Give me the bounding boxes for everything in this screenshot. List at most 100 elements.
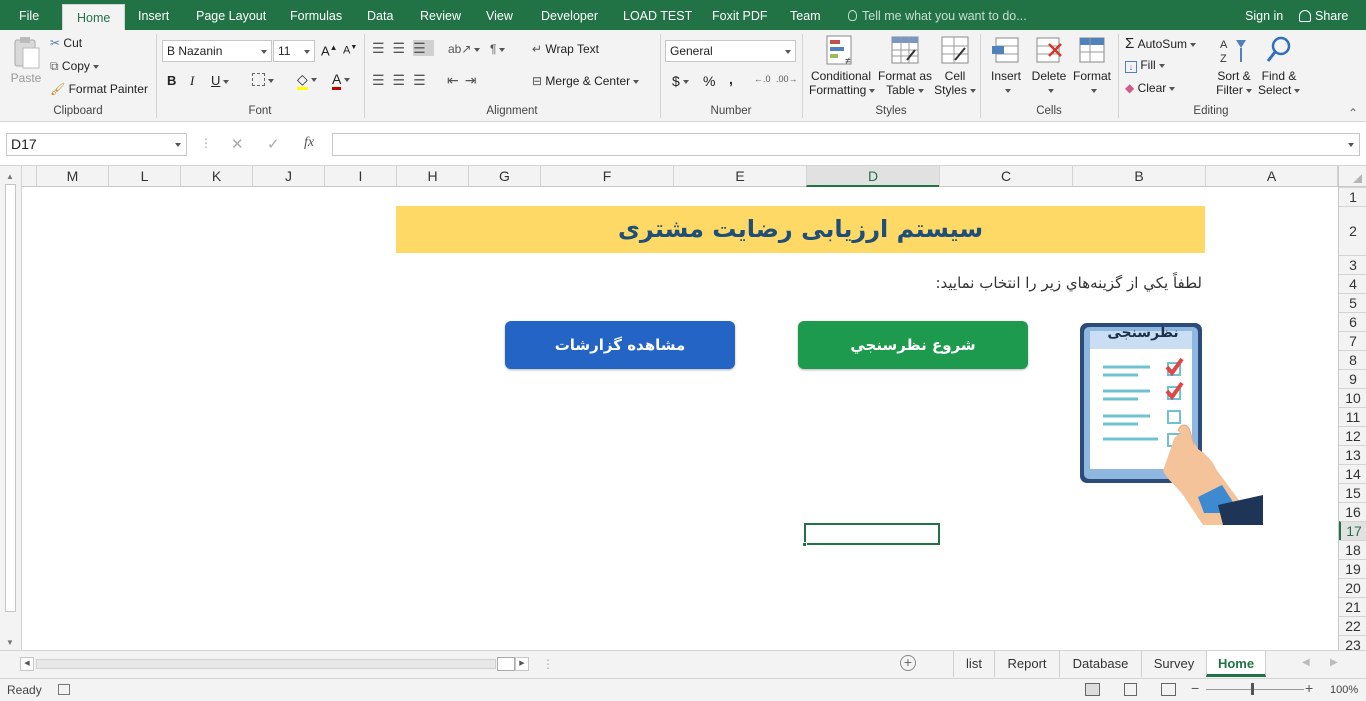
decrease-font-button[interactable]: A▼ [343,44,357,57]
italic-button[interactable]: I [190,73,194,89]
horizontal-scrollbar[interactable] [36,659,496,669]
row-header[interactable]: 13 [1339,445,1366,464]
tab-load-test[interactable]: LOAD TEST [623,0,692,30]
column-header-d[interactable]: D [806,166,939,187]
row-header[interactable]: 23 [1339,635,1366,650]
share-button[interactable]: Share [1299,0,1348,30]
row-header[interactable]: 4 [1339,274,1366,293]
sheet-tab-database[interactable]: Database [1059,651,1141,677]
sheet-tab-report[interactable]: Report [994,651,1059,677]
column-header-b[interactable]: B [1072,166,1205,187]
merge-center-button[interactable]: ⊟ Merge & Center [532,74,640,88]
row-header[interactable]: 1 [1339,187,1366,206]
confirm-entry-icon[interactable]: ✓ [267,135,280,153]
font-size-select[interactable]: 11 [273,40,315,62]
row-header[interactable]: 19 [1339,559,1366,578]
conditional-formatting-button[interactable]: ≠ Conditional Formatting [809,34,876,97]
row-header[interactable]: 2 [1339,206,1366,255]
currency-button[interactable]: $ [672,73,689,89]
active-cell[interactable] [802,523,940,547]
format-as-table-button[interactable]: Format as Table [877,34,933,97]
font-name-select[interactable]: B Nazanin [162,40,272,62]
collapse-ribbon-button[interactable]: ⌃ [1348,106,1358,120]
clear-button[interactable]: ◆ Clear [1125,81,1176,95]
hscroll-thumb[interactable] [497,657,515,671]
row-header[interactable]: 18 [1339,540,1366,559]
vertical-scrollbar[interactable]: ▲ ▼ [0,166,22,650]
fill-color-button[interactable]: ◇ [297,71,317,90]
hscroll-left-arrow[interactable]: ◀ [20,657,34,671]
underline-button[interactable]: U [211,73,230,88]
comma-button[interactable]: , [729,71,733,87]
copy-button[interactable]: ⧉ Copy [50,59,99,74]
row-header[interactable]: 3 [1339,255,1366,274]
column-header-f[interactable]: F [540,166,673,187]
column-header-i[interactable]: I [324,166,396,187]
scroll-up-arrow[interactable]: ▲ [6,172,14,181]
row-header-selected[interactable]: 17 [1339,521,1366,540]
hscroll-right-arrow[interactable]: ▶ [515,657,529,671]
row-header[interactable]: 9 [1339,369,1366,388]
column-header-c[interactable]: C [939,166,1072,187]
zoom-level[interactable]: 100% [1330,684,1358,696]
zoom-slider[interactable] [1206,689,1304,690]
name-box[interactable]: D17 [6,133,187,156]
cancel-entry-icon[interactable]: ✕ [231,135,244,153]
scroll-thumb[interactable] [5,184,16,612]
sheet-grid[interactable]: سیستم ارزیابی رضایت مشتری لطفاً يكي از گ… [22,187,1338,650]
find-select-button[interactable]: Find & Select [1258,34,1301,97]
sheet-tab-home[interactable]: Home [1206,651,1266,677]
zoom-in-button[interactable]: + [1305,680,1313,696]
tell-me-search[interactable]: Tell me what you want to do... [848,0,1027,30]
row-header[interactable]: 20 [1339,578,1366,597]
number-format-select[interactable]: General [665,40,796,62]
column-header-h[interactable]: H [396,166,468,187]
row-header[interactable]: 7 [1339,331,1366,350]
start-survey-button[interactable]: شروع نظرسنجي [798,321,1028,369]
select-all-corner[interactable] [1338,166,1366,187]
formula-input[interactable] [332,133,1360,156]
row-header[interactable]: 14 [1339,464,1366,483]
sign-in-link[interactable]: Sign in [1245,0,1283,30]
tab-view[interactable]: View [486,0,513,30]
increase-font-button[interactable]: A▲ [321,43,338,58]
tab-formulas[interactable]: Formulas [290,0,342,30]
zoom-out-button[interactable]: − [1191,680,1199,696]
fill-handle[interactable] [802,542,807,547]
view-reports-button[interactable]: مشاهده گزارشات [505,321,735,369]
row-header[interactable]: 22 [1339,616,1366,635]
paste-button[interactable]: Paste [10,36,42,85]
cut-button[interactable]: ✂ Cut [50,36,82,50]
column-header-j[interactable]: J [252,166,324,187]
column-header-m[interactable]: M [36,166,108,187]
row-header[interactable]: 15 [1339,483,1366,502]
column-header-a[interactable]: A [1205,166,1338,187]
row-header[interactable]: 16 [1339,502,1366,521]
cell-styles-button[interactable]: Cell Styles [934,34,976,97]
font-color-button[interactable]: A [332,71,351,90]
format-cells-button[interactable]: Format [1071,34,1113,97]
increase-decimal-button[interactable]: ←.0 [754,74,771,84]
add-sheet-button[interactable]: + [900,655,916,671]
decrease-decimal-button[interactable]: .00→ [776,74,798,84]
row-header[interactable]: 11 [1339,407,1366,426]
borders-button[interactable] [252,73,274,87]
autosum-button[interactable]: Σ AutoSum [1125,35,1196,52]
row-header[interactable]: 8 [1339,350,1366,369]
fill-button[interactable]: ↓ Fill [1125,58,1165,73]
text-direction-button[interactable]: ¶ [490,42,506,56]
column-header-e[interactable]: E [673,166,806,187]
sort-filter-button[interactable]: AZ Sort & Filter [1214,34,1254,97]
row-header[interactable]: 12 [1339,426,1366,445]
bold-button[interactable]: B [167,73,176,88]
normal-view-icon[interactable] [1085,683,1100,696]
insert-cells-button[interactable]: Insert [986,34,1026,97]
horizontal-align-buttons[interactable]: ☰☰☰ [372,72,434,89]
prev-sheet-arrow[interactable]: ◀ [1302,657,1310,668]
indent-buttons[interactable]: ⇤⇥ [447,72,482,89]
scroll-down-arrow[interactable]: ▼ [6,638,14,647]
column-header-k[interactable]: K [180,166,252,187]
tab-review[interactable]: Review [420,0,461,30]
wrap-text-button[interactable]: ↵ Wrap Text [532,42,599,56]
zoom-slider-thumb[interactable] [1251,683,1254,695]
